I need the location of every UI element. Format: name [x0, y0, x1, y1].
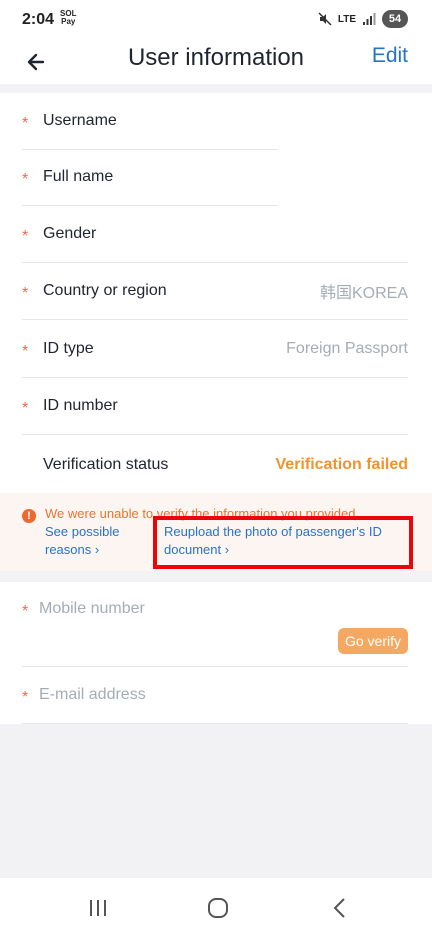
warning-icon: !	[22, 509, 36, 523]
mobile-number-placeholder: Mobile number	[39, 600, 145, 617]
required-mark: *	[22, 603, 29, 620]
see-reasons-link[interactable]: See possible reasons ›	[45, 523, 119, 559]
id-type-label: ID type	[43, 340, 94, 357]
country-row[interactable]: * Country or region 韩国KOREA	[22, 263, 408, 320]
edit-button[interactable]: Edit	[372, 44, 408, 68]
contact-card: * Mobile number Go verify * E-mail addre…	[0, 582, 432, 724]
gender-label: Gender	[43, 225, 97, 242]
email-placeholder: E-mail address	[39, 686, 146, 703]
mute-icon	[318, 12, 332, 26]
status-time: 2:04	[22, 11, 55, 28]
recent-apps-icon[interactable]	[86, 896, 110, 920]
full-name-label: Full name	[43, 168, 114, 185]
required-mark: *	[22, 285, 29, 302]
system-nav-bar	[0, 878, 432, 936]
network-label: LTE	[337, 13, 356, 25]
username-label: Username	[43, 112, 117, 129]
required-mark: *	[22, 115, 29, 132]
country-value: 韩国KOREA	[319, 285, 408, 302]
verification-status-row: Verification status Verification failed	[22, 436, 408, 493]
notice-message: We were unable to verify the information…	[45, 506, 356, 521]
required-mark: *	[22, 689, 29, 706]
gender-row[interactable]: * Gender	[22, 206, 408, 263]
reupload-id-link[interactable]: Reupload the photo of passenger's ID doc…	[164, 523, 382, 559]
email-row[interactable]: * E-mail address	[22, 667, 408, 724]
id-type-value: Foreign Passport	[286, 340, 408, 357]
battery-icon: 54	[382, 10, 408, 28]
required-mark: *	[22, 400, 29, 417]
home-icon[interactable]	[206, 896, 230, 920]
id-type-row[interactable]: * ID type Foreign Passport	[22, 321, 408, 378]
back-nav-icon[interactable]	[328, 896, 352, 920]
mobile-row[interactable]: * Mobile number	[22, 582, 408, 667]
verification-status-label: Verification status	[43, 455, 169, 473]
app-header: User information Edit	[0, 40, 432, 84]
go-verify-button[interactable]: Go verify	[337, 628, 408, 654]
required-mark: *	[22, 228, 29, 245]
full-name-row[interactable]: * Full name	[22, 149, 278, 206]
id-number-label: ID number	[43, 397, 118, 414]
page-title: User information	[127, 44, 305, 71]
username-row[interactable]: * Username	[22, 93, 278, 150]
signal-icon	[363, 13, 376, 25]
sol-pay-icon: SOL Pay	[60, 9, 77, 26]
status-bar: 2:04 SOL Pay LTE 54	[0, 0, 432, 40]
required-mark: *	[22, 343, 29, 360]
id-number-row[interactable]: * ID number	[22, 378, 408, 435]
verification-notice: ! We were unable to verify the informati…	[0, 493, 432, 571]
required-mark: *	[22, 171, 29, 188]
country-label: Country or region	[43, 282, 167, 299]
verification-status-value: Verification failed	[275, 455, 408, 473]
